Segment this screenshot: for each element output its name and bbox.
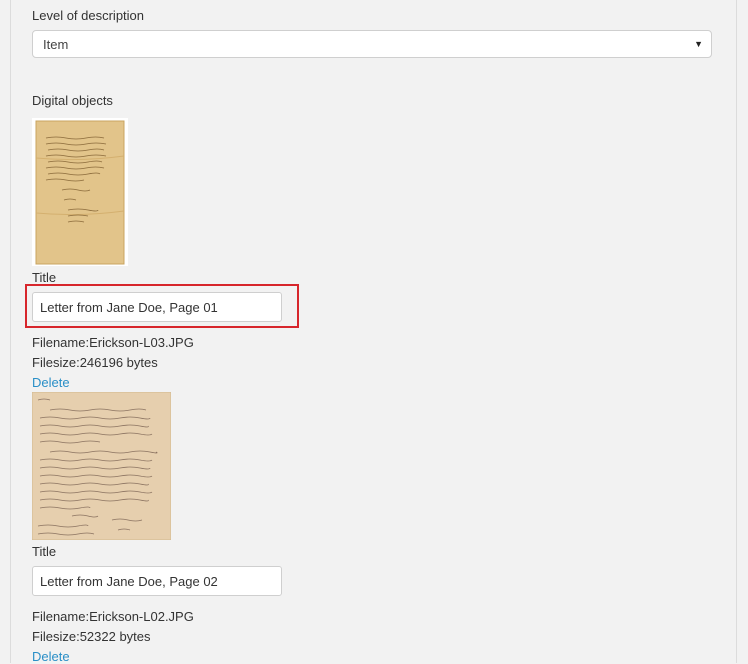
filename-label-2: Filename: (32, 609, 90, 624)
delete-link-1[interactable]: Delete (32, 375, 70, 390)
filesize-1: Filesize:246196 bytes (32, 355, 158, 370)
panel-right-border (736, 0, 737, 663)
filename-value-2: Erickson-L02.JPG (89, 609, 194, 624)
chevron-down-icon: ▼ (694, 39, 703, 49)
title-input-1[interactable] (32, 292, 282, 322)
digital-objects-label: Digital objects (32, 93, 113, 108)
level-of-description-label: Level of description (32, 8, 145, 23)
filesize-value-1: 246196 bytes (79, 355, 158, 370)
filesize-value-2: 52322 bytes (79, 629, 151, 644)
panel-left-border (10, 0, 11, 663)
delete-link-2[interactable]: Delete (32, 649, 70, 664)
title-input-2[interactable] (32, 566, 282, 596)
filename-value-1: Erickson-L03.JPG (89, 335, 194, 350)
title-label-2: Title (32, 544, 57, 559)
filesize-label-2: Filesize: (32, 629, 80, 644)
filesize-label-1: Filesize: (32, 355, 80, 370)
filename-label-1: Filename: (32, 335, 90, 350)
filename-2: Filename:Erickson-L02.JPG (32, 609, 194, 624)
level-of-description-select[interactable]: Item ▼ (32, 30, 712, 58)
filesize-2: Filesize:52322 bytes (32, 629, 151, 644)
level-of-description-value: Item (43, 36, 69, 52)
filename-1: Filename:Erickson-L03.JPG (32, 335, 194, 350)
title-label-1: Title (32, 270, 57, 285)
digital-object-thumbnail-2[interactable] (32, 392, 171, 540)
digital-object-thumbnail-1[interactable] (32, 118, 128, 266)
